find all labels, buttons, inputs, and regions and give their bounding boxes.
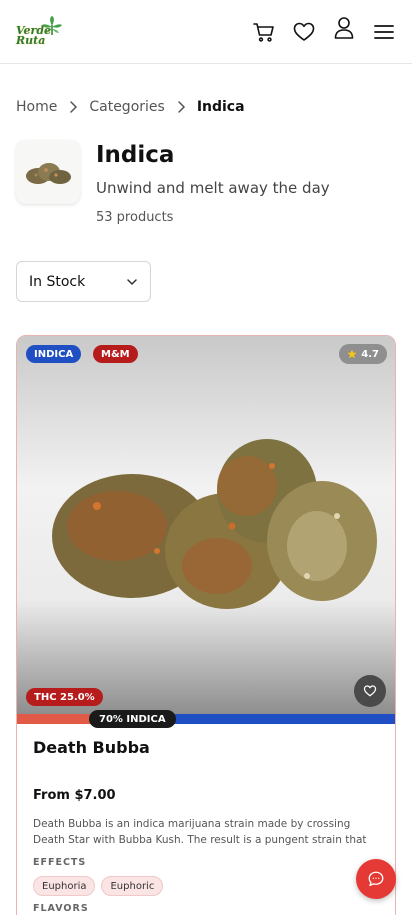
breadcrumb-home[interactable]: Home	[16, 99, 57, 115]
chevron-down-icon	[127, 279, 137, 286]
favorite-button[interactable]	[354, 675, 386, 707]
logo-text: Verde Ruta	[16, 24, 52, 47]
effects-label: EFFECTS	[33, 857, 87, 868]
product-name[interactable]: Death Bubba	[33, 738, 150, 757]
brand-badge: M&M	[93, 345, 138, 363]
product-count: 53 products	[96, 210, 174, 225]
product-card[interactable]: INDICA M&M 4.7 THC 25.0% 70% INDICA Deat…	[16, 335, 396, 915]
heart-icon	[363, 685, 377, 697]
product-price: From $7.00	[33, 788, 116, 803]
heart-icon[interactable]	[290, 18, 318, 46]
rating-value: 4.7	[361, 348, 379, 360]
indica-ratio-label: 70% INDICA	[89, 710, 176, 728]
stock-filter-select[interactable]: In Stock	[16, 261, 151, 302]
product-image[interactable]	[17, 336, 395, 714]
star-icon	[347, 349, 357, 359]
chat-bubble-icon	[368, 871, 384, 887]
top-bar: Verde Ruta	[0, 0, 412, 64]
effects-list: Euphoria Euphoric	[33, 876, 164, 896]
indica-badge: INDICA	[26, 345, 82, 363]
user-icon[interactable]	[330, 14, 358, 42]
breadcrumb: Home Categories Indica	[16, 96, 245, 118]
category-image	[16, 140, 80, 204]
chat-button[interactable]	[356, 859, 396, 899]
product-description: Death Bubba is an indica marijuana strai…	[33, 818, 367, 846]
page-title: Indica	[96, 142, 175, 168]
menu-icon[interactable]	[370, 18, 398, 46]
breadcrumb-current: Indica	[196, 99, 245, 115]
indica-sativa-ratio-bar	[17, 714, 395, 724]
stock-filter-value: In Stock	[29, 273, 86, 290]
category-subtitle: Unwind and melt away the day	[96, 179, 330, 197]
rating-badge: 4.7	[339, 344, 387, 364]
brand-logo[interactable]: Verde Ruta	[16, 16, 66, 48]
effect-chip: Euphoria	[33, 876, 96, 896]
flavors-label: FLAVORS	[33, 903, 89, 914]
chevron-right-icon	[165, 100, 197, 114]
cart-icon[interactable]	[250, 18, 278, 46]
thc-badge: THC 25.0%	[26, 688, 103, 706]
effect-chip: Euphoric	[101, 876, 164, 896]
chevron-right-icon	[57, 100, 89, 114]
breadcrumb-categories[interactable]: Categories	[89, 99, 164, 115]
